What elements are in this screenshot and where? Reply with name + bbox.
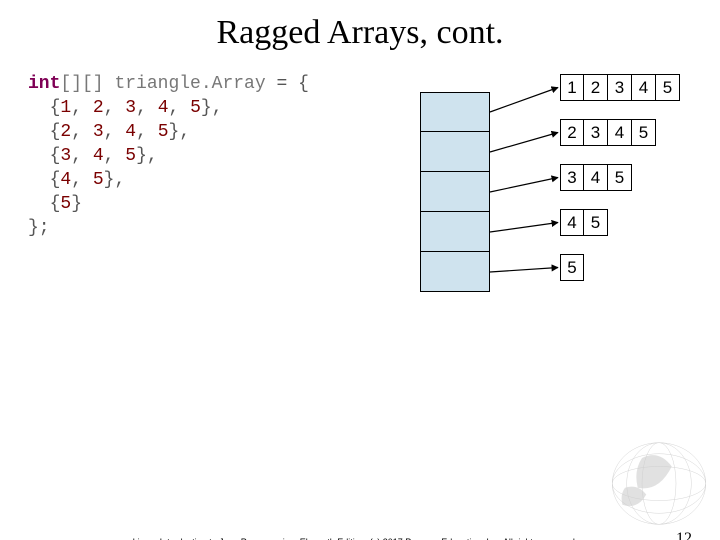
data-cell: 5 <box>656 74 680 101</box>
data-cell: 4 <box>632 74 656 101</box>
pointer-array <box>420 92 490 292</box>
pointer-cell <box>420 92 490 132</box>
ragged-row: 2345 <box>560 119 680 146</box>
slide-title: Ragged Arrays, cont. <box>0 14 720 52</box>
ragged-row: 12345 <box>560 74 680 101</box>
ragged-rows: 123452345345455 <box>560 74 680 299</box>
ragged-row: 5 <box>560 254 680 281</box>
globe-decoration <box>540 407 710 526</box>
page-number: 12 <box>676 530 692 540</box>
data-cell: 3 <box>584 119 608 146</box>
data-cell: 5 <box>608 164 632 191</box>
pointer-cell <box>420 132 490 172</box>
data-cell: 4 <box>560 209 584 236</box>
data-cell: 2 <box>584 74 608 101</box>
data-cell: 4 <box>584 164 608 191</box>
code-block: int[][] triangle.Array = { {1, 2, 3, 4, … <box>28 72 309 240</box>
data-cell: 1 <box>560 74 584 101</box>
data-cell: 4 <box>608 119 632 146</box>
data-cell: 5 <box>632 119 656 146</box>
data-cell: 5 <box>560 254 584 281</box>
data-cell: 2 <box>560 119 584 146</box>
slide-content: int[][] triangle.Array = { {1, 2, 3, 4, … <box>0 72 720 382</box>
pointer-cell <box>420 252 490 292</box>
data-cell: 3 <box>560 164 584 191</box>
pointer-cell <box>420 172 490 212</box>
pointer-cell <box>420 212 490 252</box>
ragged-row: 45 <box>560 209 680 236</box>
data-cell: 5 <box>584 209 608 236</box>
data-cell: 3 <box>608 74 632 101</box>
ragged-row: 345 <box>560 164 680 191</box>
